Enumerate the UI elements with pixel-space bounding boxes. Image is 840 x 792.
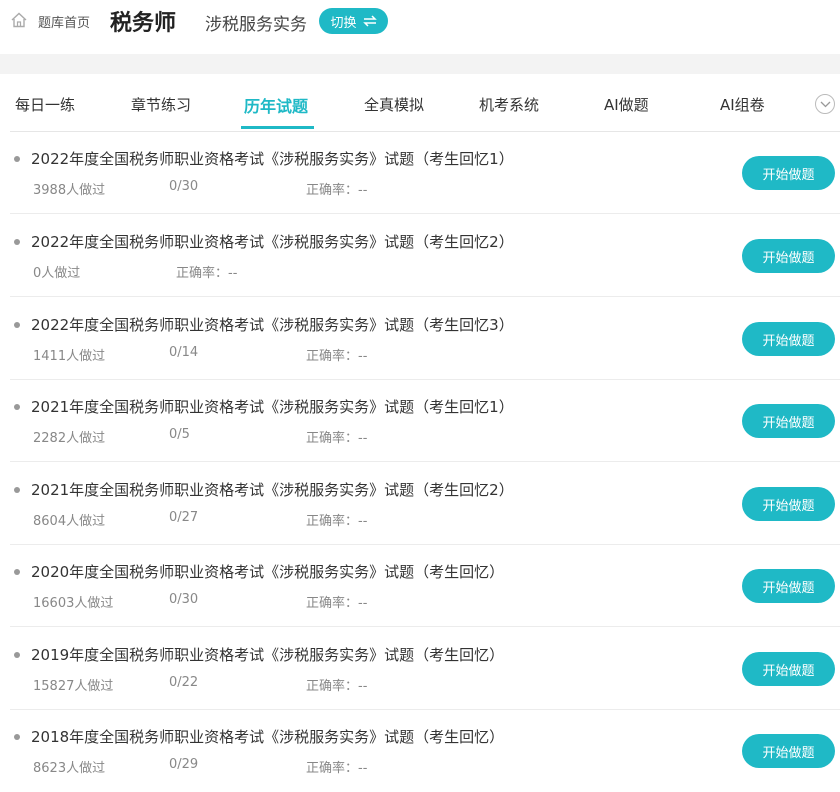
bullet-dot: [14, 239, 20, 245]
accuracy-rate: 正确率：--: [306, 596, 368, 611]
bullet-dot: [14, 322, 20, 328]
done-count: 8623人做过: [33, 761, 106, 776]
accuracy-rate: 正确率：--: [176, 266, 238, 281]
list-item: 2021年度全国税务师职业资格考试《涉税服务实务》试题（考生回忆1） 2282人…: [10, 380, 840, 462]
list-item: 2022年度全国税务师职业资格考试《涉税服务实务》试题（考生回忆1） 3988人…: [10, 132, 840, 214]
progress-count: 0/5: [169, 427, 190, 442]
done-count: 1411人做过: [33, 349, 106, 364]
start-practice-button[interactable]: 开始做题: [742, 487, 835, 521]
more-tabs-button[interactable]: [815, 94, 835, 114]
subject-name: 涉税服务实务: [205, 15, 307, 35]
exam-title: 税务师: [110, 11, 177, 36]
progress-count: 0/29: [169, 757, 199, 772]
accuracy-rate: 正确率：--: [306, 349, 368, 364]
start-practice-button[interactable]: 开始做题: [742, 652, 835, 686]
bullet-dot: [14, 487, 20, 493]
bullet-dot: [14, 652, 20, 658]
done-count: 16603人做过: [33, 596, 114, 611]
start-practice-button[interactable]: 开始做题: [742, 734, 835, 768]
chevron-down-icon: [820, 101, 831, 108]
start-practice-button[interactable]: 开始做题: [742, 239, 835, 273]
done-count: 8604人做过: [33, 514, 106, 529]
list-item: 2018年度全国税务师职业资格考试《涉税服务实务》试题（考生回忆） 8623人做…: [10, 710, 840, 792]
start-practice-button[interactable]: 开始做题: [742, 569, 835, 603]
header-separator: [0, 54, 840, 74]
tab-computer-exam[interactable]: 机考系统: [479, 94, 539, 115]
paper-title[interactable]: 2021年度全国税务师职业资格考试《涉税服务实务》试题（考生回忆2）: [31, 479, 514, 500]
list-item: 2022年度全国税务师职业资格考试《涉税服务实务》试题（考生回忆2） 0人做过 …: [10, 215, 840, 297]
list-item: 2021年度全国税务师职业资格考试《涉税服务实务》试题（考生回忆2） 8604人…: [10, 463, 840, 545]
list-item: 2019年度全国税务师职业资格考试《涉税服务实务》试题（考生回忆） 15827人…: [10, 628, 840, 710]
done-count: 0人做过: [33, 266, 81, 281]
tab-ai-practice[interactable]: AI做题: [604, 94, 649, 115]
paper-title[interactable]: 2019年度全国税务师职业资格考试《涉税服务实务》试题（考生回忆）: [31, 644, 504, 665]
switch-label: 切换: [330, 15, 357, 31]
progress-count: 0/30: [169, 179, 199, 194]
progress-count: 0/30: [169, 592, 199, 607]
done-count: 15827人做过: [33, 679, 114, 694]
breadcrumb-home-link[interactable]: 题库首页: [38, 12, 90, 31]
list-item: 2020年度全国税务师职业资格考试《涉税服务实务》试题（考生回忆） 16603人…: [10, 545, 840, 627]
list-item: 2022年度全国税务师职业资格考试《涉税服务实务》试题（考生回忆3） 1411人…: [10, 298, 840, 380]
tab-daily-practice[interactable]: 每日一练: [15, 94, 75, 115]
accuracy-rate: 正确率：--: [306, 679, 368, 694]
tab-mock-exam[interactable]: 全真模拟: [364, 94, 424, 115]
accuracy-rate: 正确率：--: [306, 514, 368, 529]
paper-title[interactable]: 2022年度全国税务师职业资格考试《涉税服务实务》试题（考生回忆1）: [31, 148, 514, 169]
home-icon[interactable]: [10, 11, 28, 29]
done-count: 2282人做过: [33, 431, 106, 446]
start-practice-button[interactable]: 开始做题: [742, 156, 835, 190]
bullet-dot: [14, 156, 20, 162]
swap-arrows-icon: [362, 15, 377, 27]
done-count: 3988人做过: [33, 183, 106, 198]
bullet-dot: [14, 404, 20, 410]
start-practice-button[interactable]: 开始做题: [742, 322, 835, 356]
tab-bar: 每日一练 章节练习 历年试题 全真模拟 机考系统 AI做题 AI组卷: [0, 74, 840, 132]
tab-past-papers[interactable]: 历年试题: [244, 93, 308, 117]
start-practice-button[interactable]: 开始做题: [742, 404, 835, 438]
paper-title[interactable]: 2022年度全国税务师职业资格考试《涉税服务实务》试题（考生回忆2）: [31, 231, 514, 252]
header: 题库首页 税务师 涉税服务实务 切换: [0, 0, 840, 44]
accuracy-rate: 正确率：--: [306, 183, 368, 198]
progress-count: 0/14: [169, 345, 199, 360]
paper-title[interactable]: 2018年度全国税务师职业资格考试《涉税服务实务》试题（考生回忆）: [31, 726, 504, 747]
bullet-dot: [14, 569, 20, 575]
tab-ai-paper[interactable]: AI组卷: [720, 94, 765, 115]
accuracy-rate: 正确率：--: [306, 761, 368, 776]
paper-title[interactable]: 2020年度全国税务师职业资格考试《涉税服务实务》试题（考生回忆）: [31, 561, 504, 582]
progress-count: 0/27: [169, 510, 199, 525]
paper-title[interactable]: 2022年度全国税务师职业资格考试《涉税服务实务》试题（考生回忆3）: [31, 314, 514, 335]
tab-chapter-practice[interactable]: 章节练习: [131, 94, 191, 115]
switch-subject-button[interactable]: 切换: [319, 8, 388, 34]
progress-count: 0/22: [169, 675, 199, 690]
active-tab-indicator: [241, 126, 314, 129]
paper-title[interactable]: 2021年度全国税务师职业资格考试《涉税服务实务》试题（考生回忆1）: [31, 396, 514, 417]
accuracy-rate: 正确率：--: [306, 431, 368, 446]
bullet-dot: [14, 734, 20, 740]
